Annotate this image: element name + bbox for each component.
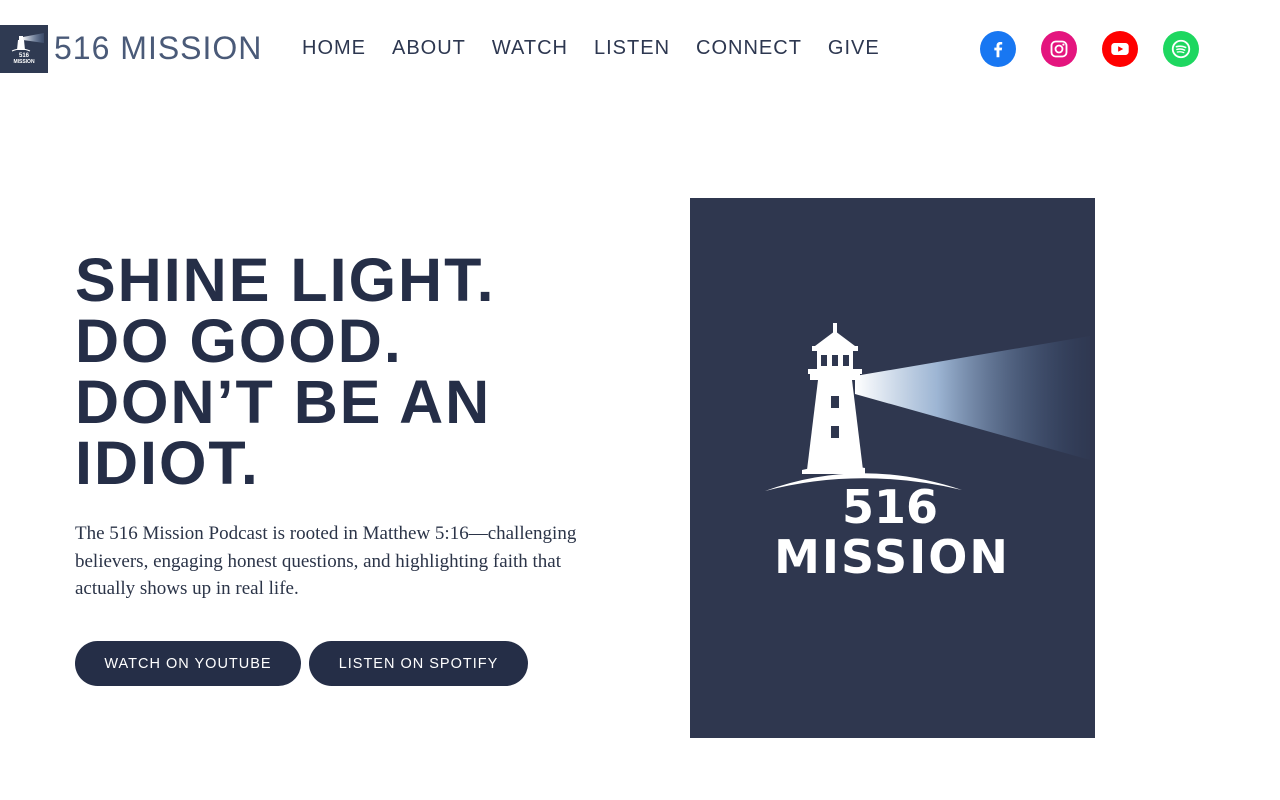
lighthouse-icon: 516 MISSION <box>11 33 44 65</box>
site-header: 516 MISSION 516 MISSION HOME ABOUT WATCH… <box>0 0 1280 98</box>
youtube-link[interactable] <box>1102 31 1138 67</box>
hero-title-line: DON’T BE AN <box>75 368 492 436</box>
nav-connect[interactable]: CONNECT <box>696 36 802 60</box>
youtube-icon <box>1111 43 1129 55</box>
main-nav: HOME ABOUT WATCH LISTEN CONNECT GIVE <box>302 36 906 60</box>
hero-title: SHINE LIGHT. DO GOOD. DON’T BE AN IDIOT. <box>75 250 496 494</box>
nav-about[interactable]: ABOUT <box>392 36 466 60</box>
spotify-link[interactable] <box>1163 31 1199 67</box>
instagram-icon <box>1050 40 1068 58</box>
listen-on-spotify-button[interactable]: LISTEN ON SPOTIFY <box>309 641 528 686</box>
cover-word: MISSION <box>774 530 1010 584</box>
hero-title-line: IDIOT. <box>75 429 260 497</box>
facebook-icon <box>994 41 1003 58</box>
nav-give[interactable]: GIVE <box>828 36 880 60</box>
logo-word: MISSION <box>13 59 35 65</box>
nav-listen[interactable]: LISTEN <box>594 36 670 60</box>
site-logo[interactable]: 516 MISSION <box>0 25 48 73</box>
lighthouse-logo: 516 MISSION <box>765 323 1090 584</box>
instagram-link[interactable] <box>1041 31 1077 67</box>
hero-title-line: SHINE LIGHT. <box>75 246 496 314</box>
nav-watch[interactable]: WATCH <box>492 36 568 60</box>
podcast-cover-image: 516 MISSION <box>690 198 1095 738</box>
hero-title-line: DO GOOD. <box>75 307 403 375</box>
hero-description: The 516 Mission Podcast is rooted in Mat… <box>75 523 577 599</box>
cover-number: 516 <box>842 480 938 534</box>
brand-name[interactable]: 516 MISSION <box>54 29 262 67</box>
spotify-icon <box>1171 39 1191 59</box>
facebook-link[interactable] <box>980 31 1016 67</box>
watch-on-youtube-button[interactable]: WATCH ON YOUTUBE <box>75 641 301 686</box>
nav-home[interactable]: HOME <box>302 36 366 60</box>
